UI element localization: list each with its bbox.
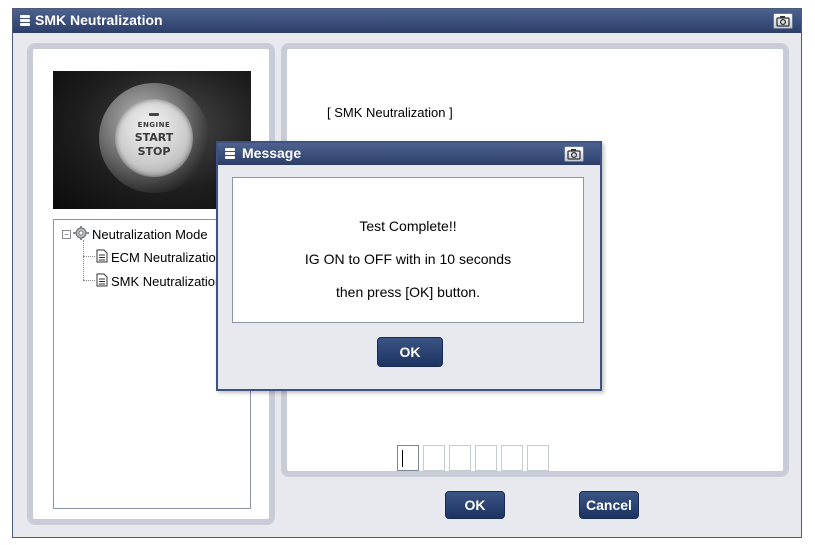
document-icon — [96, 249, 108, 266]
ok-button[interactable]: OK — [445, 491, 505, 519]
dialog-message-line: then press [OK] button. — [336, 284, 480, 300]
title-bar[interactable]: SMK Neutralization — [13, 9, 801, 33]
dialog-message-line: Test Complete!! — [359, 218, 457, 234]
dialog-message-box: Test Complete!! IG ON to OFF with in 10 … — [232, 177, 584, 323]
code-input-box-4[interactable] — [475, 445, 497, 471]
dialog-message-line: IG ON to OFF with in 10 seconds — [304, 251, 512, 267]
dialog-screenshot-button[interactable] — [564, 146, 584, 162]
window-menu-icon[interactable] — [224, 147, 236, 163]
window-title: SMK Neutralization — [35, 12, 163, 28]
button-engine-text: ENGINE — [137, 121, 171, 129]
dialog-title: Message — [242, 145, 302, 161]
tree-connector — [83, 280, 95, 281]
start-button-led — [149, 113, 159, 116]
tree-item-label: SMK Neutralization — [111, 274, 223, 289]
collapse-toggle-icon[interactable]: − — [62, 230, 71, 239]
gear-icon — [73, 226, 89, 243]
content-heading: [ SMK Neutralization ] — [327, 105, 453, 120]
document-icon — [96, 273, 108, 290]
tree-item-neutralization-mode[interactable]: − Neutralization Mode — [62, 226, 208, 243]
tree-connector — [83, 256, 95, 257]
tree-item-label: ECM Neutralization — [111, 250, 223, 265]
cancel-button[interactable]: Cancel — [579, 491, 639, 519]
button-start-text: START — [134, 131, 174, 144]
start-button-face: ENGINE START STOP — [115, 99, 193, 177]
code-input-box-5[interactable] — [501, 445, 523, 471]
start-button-ring: ENGINE START STOP — [99, 83, 209, 193]
code-input-box-3[interactable] — [449, 445, 471, 471]
tree-item-ecm-neutralization[interactable]: ECM Neutralization — [96, 249, 223, 266]
tree-connector — [83, 240, 84, 280]
message-dialog: Message Test Complete!! IG ON to OFF wit… — [216, 141, 602, 391]
code-input-box-1[interactable] — [397, 445, 419, 471]
button-stop-text: STOP — [137, 145, 171, 158]
tree-item-label: Neutralization Mode — [92, 227, 208, 242]
tree-item-smk-neutralization[interactable]: SMK Neutralization — [96, 273, 222, 290]
dialog-ok-button[interactable]: OK — [377, 337, 443, 367]
screenshot-button[interactable] — [773, 13, 793, 29]
code-input-box-2[interactable] — [423, 445, 445, 471]
window-menu-icon[interactable] — [19, 14, 31, 30]
text-caret — [402, 450, 403, 467]
dialog-title-bar[interactable]: Message — [218, 143, 600, 165]
code-input-box-6[interactable] — [527, 445, 549, 471]
